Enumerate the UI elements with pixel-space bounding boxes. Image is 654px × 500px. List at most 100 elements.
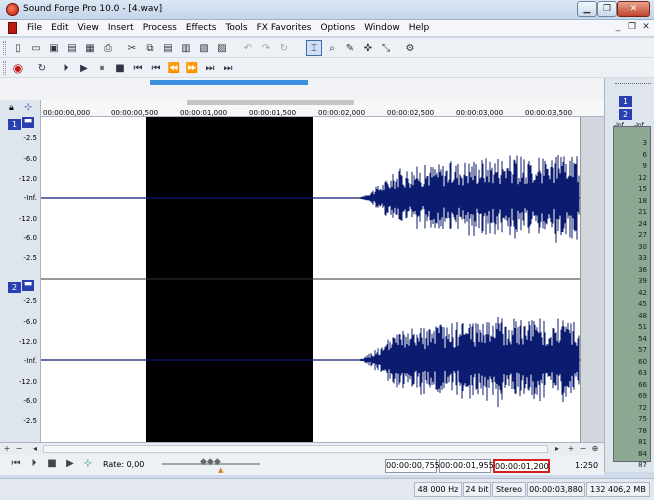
selection-start-display[interactable]: 00:00:00,755 [385, 459, 440, 473]
mdi-minimize-button[interactable]: _ [612, 22, 624, 34]
scroll-right-button[interactable]: ▸ [552, 444, 562, 454]
close-button[interactable]: ✕ [617, 1, 650, 17]
meter-scale-label: 21 [638, 208, 647, 216]
save-as-icon[interactable]: ▤ [64, 40, 80, 56]
waveform-display[interactable] [41, 117, 604, 442]
scrub-icon[interactable]: ⊹ [81, 458, 95, 472]
loop-icon[interactable]: ↻ [34, 60, 50, 76]
db-label: -6.0 [23, 397, 37, 405]
menu-file[interactable]: File [27, 23, 48, 33]
snap-icon[interactable]: ⊹ [24, 102, 32, 113]
copy-icon[interactable]: ⧉ [142, 40, 158, 56]
zoom-out-horizontal-button[interactable]: − [578, 444, 588, 454]
menu-tools[interactable]: Tools [225, 23, 253, 33]
play-all-icon[interactable]: ⏵ [58, 60, 74, 76]
channel-2-minimize-button[interactable]: ▬ [22, 280, 34, 291]
mix-icon[interactable]: ▥ [178, 40, 194, 56]
selection-end-display[interactable]: 00:00:01,955 [439, 459, 494, 473]
horizontal-scrollbar[interactable]: + − ◂ ▸ + − ⊕ [0, 442, 604, 455]
record-icon[interactable]: ◉ [10, 60, 26, 76]
title-bar: Sound Forge Pro 10.0 - [4.wav] ▁ ❐ ✕ [0, 0, 654, 20]
overview-bar[interactable] [0, 78, 654, 100]
menu-effects[interactable]: Effects [186, 23, 223, 33]
minimize-button[interactable]: ▁ [577, 1, 597, 17]
edit-tool-icon[interactable]: ⌶ [306, 40, 322, 56]
save-all-icon[interactable]: ▦ [82, 40, 98, 56]
meter-channel-1[interactable]: 1 [619, 96, 632, 107]
lock-icon[interactable]: 🔒︎ [9, 103, 14, 113]
meter-scale-label: 75 [638, 415, 647, 423]
rewind-icon[interactable]: ⏪ [166, 60, 182, 76]
meter-scale-label: 18 [638, 196, 647, 205]
db-label: -Inf. [23, 357, 37, 365]
menu-fx-favorites[interactable]: FX Favorites [257, 23, 318, 33]
menu-help[interactable]: Help [409, 23, 436, 33]
redo-icon[interactable]: ↷ [258, 40, 274, 56]
menu-window[interactable]: Window [364, 23, 406, 33]
paste-icon[interactable]: ▤ [160, 40, 176, 56]
go-to-start-icon[interactable]: ⏮ [9, 458, 23, 472]
ruler-tick: 00:00:02,500 [387, 109, 435, 117]
play-icon[interactable]: ▶ [63, 458, 77, 472]
status-bit-depth[interactable]: 24 bit [463, 482, 491, 497]
zoom-fit-button[interactable]: ⊕ [590, 444, 600, 454]
selection-length-display[interactable]: 00:00:01,200 [493, 459, 550, 473]
rate-center-marker: ▲ [218, 466, 224, 474]
envelope-tool-icon[interactable]: ✜ [360, 40, 376, 56]
status-channels[interactable]: Stereo [492, 482, 526, 497]
ruler-tick: 00:00:01,000 [180, 109, 228, 117]
db-label: -12.0 [18, 378, 37, 386]
overview-view-indicator[interactable] [150, 80, 308, 85]
time-ruler[interactable]: 00:00:00,000 00:00:00,500 00:00:01,000 0… [41, 100, 604, 117]
channel-2-number[interactable]: 2 [8, 282, 21, 293]
zoom-in-horizontal-button[interactable]: + [566, 444, 576, 454]
open-folder-icon[interactable]: ▭ [28, 40, 44, 56]
meter-scale-label: 24 [638, 219, 647, 228]
pause-icon[interactable]: ⏸ [94, 60, 110, 76]
db-label: -12.0 [18, 338, 37, 346]
mdi-restore-button[interactable]: ❐ [626, 22, 638, 34]
document-icon[interactable] [8, 22, 17, 34]
scroll-track[interactable] [43, 445, 548, 453]
scroll-left-button[interactable]: ◂ [30, 444, 40, 454]
zoom-in-button[interactable]: + [2, 444, 12, 454]
channel-1-minimize-button[interactable]: ▬ [22, 117, 34, 128]
event-tool-icon[interactable]: ⤡ [378, 40, 394, 56]
meter-scale-label: 51 [638, 323, 647, 331]
rewind-start-icon[interactable]: ⏮ [148, 60, 164, 76]
meter-scale-label: 69 [638, 392, 647, 400]
save-icon[interactable]: ▣ [46, 40, 62, 56]
menu-insert[interactable]: Insert [108, 23, 140, 33]
status-sample-rate[interactable]: 48 000 Hz [414, 482, 462, 497]
menu-options[interactable]: Options [320, 23, 361, 33]
mdi-close-button[interactable]: ✕ [640, 22, 652, 34]
new-file-icon[interactable]: ▯ [10, 40, 26, 56]
stop-icon[interactable]: ■ [112, 60, 128, 76]
trim-icon[interactable]: ▧ [196, 40, 212, 56]
forward-icon[interactable]: ⏩ [184, 60, 200, 76]
undo-icon[interactable]: ↶ [240, 40, 256, 56]
selection-range-bar[interactable] [187, 100, 354, 105]
menu-process[interactable]: Process [143, 23, 183, 33]
forward-end-icon[interactable]: ⏭ [202, 60, 218, 76]
maximize-button[interactable]: ❐ [597, 1, 617, 17]
meter-channel-2[interactable]: 2 [619, 109, 632, 120]
waveform-canvas[interactable] [41, 117, 604, 442]
menu-edit[interactable]: Edit [51, 23, 74, 33]
go-to-end-icon[interactable]: ⏭ [220, 60, 236, 76]
cut-icon[interactable]: ✂ [124, 40, 140, 56]
zoom-scrollbar[interactable] [580, 117, 604, 442]
properties-icon[interactable]: ⚙ [402, 40, 418, 56]
crop-icon[interactable]: ▨ [214, 40, 230, 56]
repeat-icon[interactable]: ↻ [276, 40, 292, 56]
play-looped-icon[interactable]: ⏵ [27, 458, 41, 472]
print-icon[interactable]: ⎙ [100, 40, 116, 56]
zoom-out-button[interactable]: − [14, 444, 24, 454]
pencil-tool-icon[interactable]: ✎ [342, 40, 358, 56]
stop-icon[interactable]: ■ [45, 458, 59, 472]
go-to-start-icon[interactable]: ⏮ [130, 60, 146, 76]
play-icon[interactable]: ▶ [76, 60, 92, 76]
channel-1-number[interactable]: 1 [8, 119, 21, 130]
magnify-tool-icon[interactable]: ⌕ [324, 40, 340, 56]
menu-view[interactable]: View [78, 23, 105, 33]
